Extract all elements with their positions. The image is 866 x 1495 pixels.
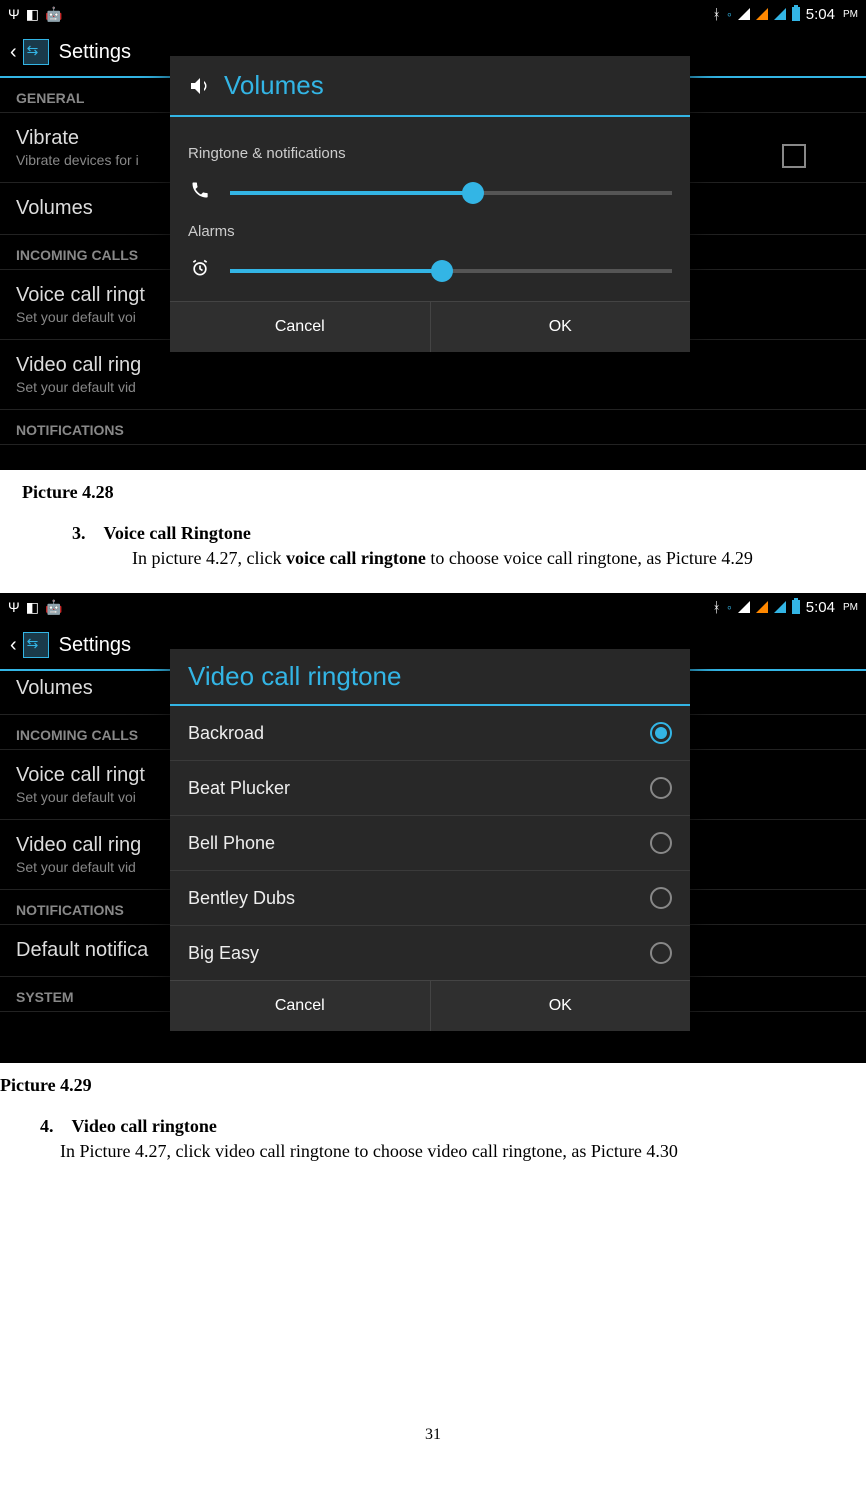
body-bold: voice call ringtone — [286, 548, 426, 568]
slider-label-ringtone: Ringtone & notifications — [188, 145, 672, 162]
ok-button[interactable]: OK — [431, 981, 691, 1031]
titlebar-text: Settings — [59, 634, 131, 657]
item-body: In picture 4.27, click voice call ringto… — [132, 548, 866, 569]
back-icon[interactable]: ‹ — [10, 634, 17, 657]
titlebar-text: Settings — [59, 41, 131, 64]
wifi-icon: ◦ — [727, 599, 732, 615]
battery-icon — [792, 7, 800, 21]
phone-icon — [188, 180, 212, 205]
clock-time: 5:04 — [806, 599, 835, 616]
statusbar: Ψ ◧ 🤖 ᚼ ◦ 5:04 PM — [0, 593, 866, 621]
ringtone-option[interactable]: Beat Plucker — [170, 761, 690, 816]
alarms-slider[interactable] — [230, 269, 672, 273]
ringtone-list: Backroad Beat Plucker Bell Phone Bentley… — [170, 706, 690, 980]
page-number: 31 — [0, 1426, 866, 1444]
option-label: Beat Plucker — [188, 778, 290, 799]
item-number: 4. — [40, 1116, 54, 1136]
option-label: Bell Phone — [188, 833, 275, 854]
clock-time: 5:04 — [806, 6, 835, 23]
radio-unselected-icon — [650, 832, 672, 854]
sd-icon: ◧ — [26, 599, 39, 616]
usb-icon: Ψ — [8, 599, 20, 615]
body-a: In picture 4.27, click — [132, 548, 286, 568]
section-3: 3. Voice call Ringtone In picture 4.27, … — [22, 523, 866, 569]
alarm-icon — [188, 258, 212, 283]
slider-row-ringtone — [188, 180, 672, 205]
ringtone-option[interactable]: Backroad — [170, 706, 690, 761]
radio-unselected-icon — [650, 777, 672, 799]
signal-icon-1 — [738, 8, 750, 20]
signal-icon-3 — [774, 601, 786, 613]
usb-icon: Ψ — [8, 6, 20, 22]
screenshot-volumes-dialog: Ψ ◧ 🤖 ᚼ ◦ 5:04PM ‹ Settings GENERAL Vibr… — [0, 0, 866, 470]
statusbar: Ψ ◧ 🤖 ᚼ ◦ 5:04 PM — [0, 0, 866, 28]
volumes-dialog: Volumes Ringtone & notifications Alarms — [170, 56, 690, 352]
option-label: Backroad — [188, 723, 264, 744]
item-number: 3. — [72, 523, 86, 543]
bluetooth-icon: ᚼ — [712, 599, 720, 615]
dialog-buttons: Cancel OK — [170, 980, 690, 1031]
ok-button[interactable]: OK — [431, 302, 691, 352]
cancel-button[interactable]: Cancel — [170, 302, 431, 352]
settings-icon — [23, 39, 49, 65]
radio-unselected-icon — [650, 942, 672, 964]
android-icon: 🤖 — [45, 599, 62, 616]
clock-ampm: PM — [843, 9, 858, 20]
battery-icon — [792, 600, 800, 614]
dialog-body: Ringtone & notifications Alarms — [170, 117, 690, 301]
section-4: 4. Video call ringtone In Picture 4.27, … — [0, 1116, 866, 1162]
option-label: Big Easy — [188, 943, 259, 964]
wifi-icon: ◦ — [727, 6, 732, 22]
ringtone-slider[interactable] — [230, 191, 672, 195]
radio-unselected-icon — [650, 887, 672, 909]
settings-icon — [23, 632, 49, 658]
bluetooth-icon: ᚼ — [712, 6, 720, 22]
ringtone-option[interactable]: Bentley Dubs — [170, 871, 690, 926]
dialog-title: Video call ringtone — [170, 649, 690, 706]
signal-icon-3 — [774, 8, 786, 20]
body-b: to choose voice call ringtone, as Pictur… — [426, 548, 753, 568]
row-title: Video call ring — [16, 354, 850, 377]
row-subtitle: Set your default vid — [16, 379, 850, 395]
signal-icon-2 — [756, 8, 768, 20]
sd-icon: ◧ — [26, 6, 39, 23]
ringtone-dialog: Video call ringtone Backroad Beat Plucke… — [170, 649, 690, 1031]
slider-label-alarms: Alarms — [188, 223, 672, 240]
dialog-title: Volumes — [170, 56, 690, 117]
caption-428: Picture 4.28 — [22, 482, 866, 503]
back-icon[interactable]: ‹ — [10, 41, 17, 64]
signal-icon-1 — [738, 601, 750, 613]
screenshot-ringtone-dialog: Ψ ◧ 🤖 ᚼ ◦ 5:04PM ‹ Settings Volumes INCO… — [0, 593, 866, 1063]
dialog-buttons: Cancel OK — [170, 301, 690, 352]
ringtone-option[interactable]: Bell Phone — [170, 816, 690, 871]
item-body: In Picture 4.27, click video call ringto… — [60, 1141, 866, 1162]
item-title: Video call ringtone — [72, 1116, 217, 1136]
option-label: Bentley Dubs — [188, 888, 295, 909]
caption-429: Picture 4.29 — [0, 1075, 866, 1096]
item-title: Voice call Ringtone — [104, 523, 251, 543]
section-notifications: NOTIFICATIONS — [0, 410, 866, 445]
android-icon: 🤖 — [45, 6, 62, 23]
radio-selected-icon — [650, 722, 672, 744]
dialog-title-text: Volumes — [224, 70, 324, 101]
dialog-title-text: Video call ringtone — [188, 661, 401, 692]
cancel-button[interactable]: Cancel — [170, 981, 431, 1031]
clock-ampm: PM — [843, 602, 858, 613]
vibrate-checkbox[interactable] — [782, 144, 806, 168]
slider-row-alarms — [188, 258, 672, 283]
volume-icon — [188, 74, 212, 98]
ringtone-option[interactable]: Big Easy — [170, 926, 690, 980]
signal-icon-2 — [756, 601, 768, 613]
